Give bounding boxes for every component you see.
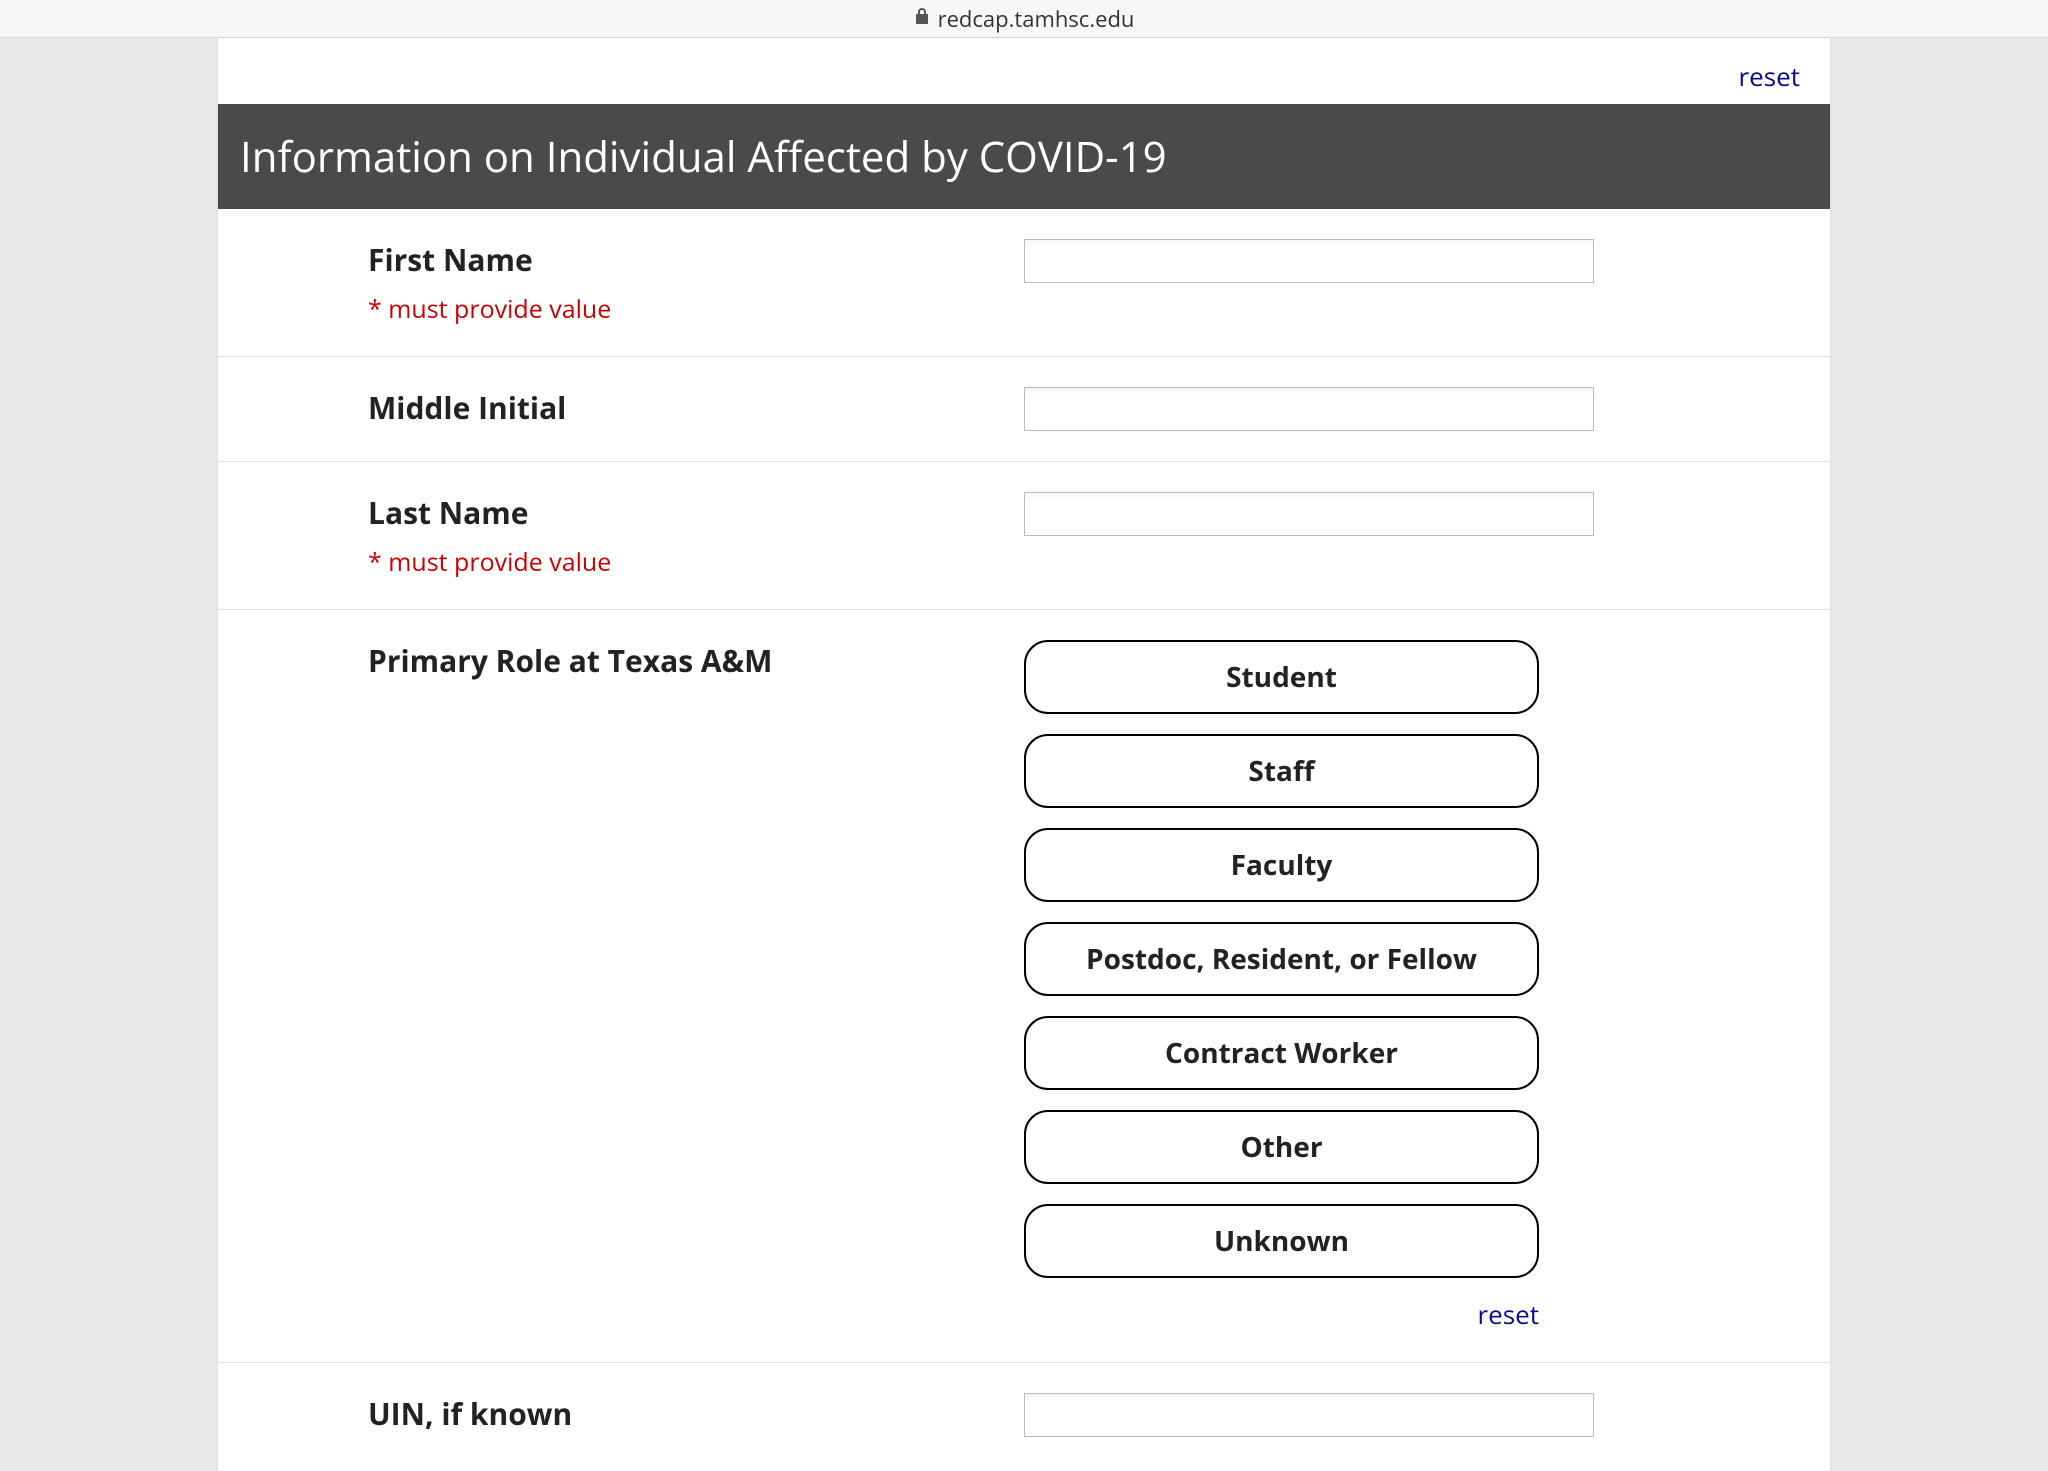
label-col: First Name * must provide value bbox=[218, 239, 1024, 326]
option-postdoc[interactable]: Postdoc, Resident, or Fellow bbox=[1024, 922, 1539, 996]
uin-label: UIN, if known bbox=[368, 1393, 994, 1434]
primary-role-options: Student Staff Faculty Postdoc, Resident,… bbox=[1024, 640, 1539, 1278]
reset-link-top[interactable]: reset bbox=[1739, 58, 1800, 94]
option-contract-worker[interactable]: Contract Worker bbox=[1024, 1016, 1539, 1090]
form-row-uin: UIN, if known bbox=[218, 1363, 1830, 1467]
form-row-first-name: First Name * must provide value bbox=[218, 209, 1830, 357]
option-staff[interactable]: Staff bbox=[1024, 734, 1539, 808]
label-col: Primary Role at Texas A&M bbox=[218, 640, 1024, 1332]
input-col bbox=[1024, 492, 1830, 579]
middle-initial-input[interactable] bbox=[1024, 387, 1594, 431]
label-col: UIN, if known bbox=[218, 1393, 1024, 1437]
first-name-input[interactable] bbox=[1024, 239, 1594, 283]
reset-bottom-container: reset bbox=[1024, 1296, 1539, 1332]
label-col: Last Name * must provide value bbox=[218, 492, 1024, 579]
uin-input[interactable] bbox=[1024, 1393, 1594, 1437]
form-row-middle-initial: Middle Initial bbox=[218, 357, 1830, 462]
input-col bbox=[1024, 387, 1830, 431]
form-row-primary-role: Primary Role at Texas A&M Student Staff … bbox=[218, 610, 1830, 1363]
form-row-last-name: Last Name * must provide value bbox=[218, 462, 1830, 610]
middle-initial-label: Middle Initial bbox=[368, 387, 994, 428]
last-name-label: Last Name bbox=[368, 492, 994, 533]
form-panel: reset Information on Individual Affected… bbox=[218, 38, 1830, 1471]
first-name-required: * must provide value bbox=[368, 292, 994, 326]
option-faculty[interactable]: Faculty bbox=[1024, 828, 1539, 902]
option-unknown[interactable]: Unknown bbox=[1024, 1204, 1539, 1278]
option-student[interactable]: Student bbox=[1024, 640, 1539, 714]
page-container: reset Information on Individual Affected… bbox=[0, 38, 2048, 1471]
option-other[interactable]: Other bbox=[1024, 1110, 1539, 1184]
input-col bbox=[1024, 1393, 1830, 1437]
browser-url-bar: redcap.tamhsc.edu bbox=[0, 0, 2048, 38]
reset-top-container: reset bbox=[218, 38, 1830, 104]
last-name-input[interactable] bbox=[1024, 492, 1594, 536]
input-col: Student Staff Faculty Postdoc, Resident,… bbox=[1024, 640, 1830, 1332]
url-text: redcap.tamhsc.edu bbox=[938, 4, 1135, 34]
lock-icon bbox=[914, 7, 930, 31]
label-col: Middle Initial bbox=[218, 387, 1024, 431]
section-header: Information on Individual Affected by CO… bbox=[218, 104, 1830, 209]
first-name-label: First Name bbox=[368, 239, 994, 280]
input-col bbox=[1024, 239, 1830, 326]
reset-link-role[interactable]: reset bbox=[1478, 1296, 1539, 1332]
last-name-required: * must provide value bbox=[368, 545, 994, 579]
primary-role-label: Primary Role at Texas A&M bbox=[368, 640, 994, 681]
